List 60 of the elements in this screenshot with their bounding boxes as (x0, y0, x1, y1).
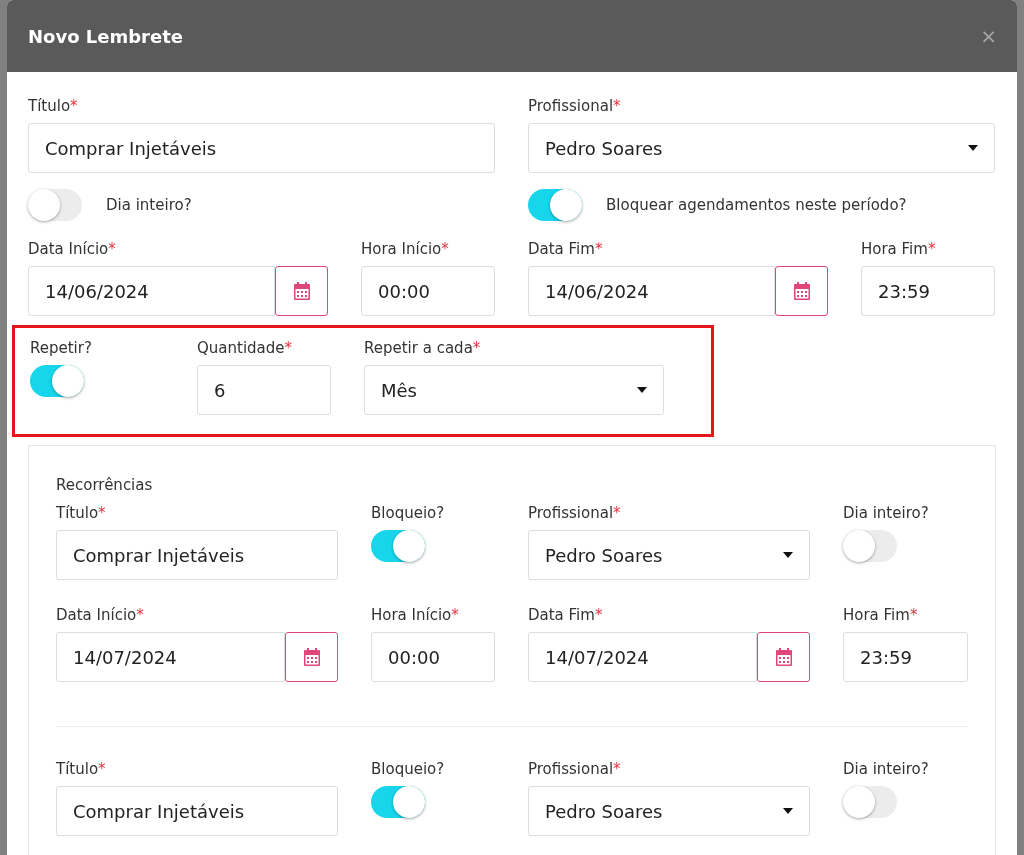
date-field[interactable]: 14/07/2024 (528, 632, 757, 682)
text-field[interactable]: Comprar Injetáveis (56, 786, 338, 836)
field-label: Bloqueio? (371, 760, 446, 780)
field-label: Título* (56, 504, 107, 524)
field-label: Bloquear agendamentos neste período? (606, 196, 907, 214)
text-field[interactable]: 00:00 (371, 632, 495, 682)
field-label: Hora Início* (361, 240, 450, 260)
calendar-icon (303, 648, 320, 666)
calendar-button[interactable] (275, 266, 328, 316)
toggle-switch[interactable] (371, 530, 425, 562)
field-label: Título* (28, 97, 79, 117)
field-label: Data Início* (56, 606, 145, 626)
caret-icon (968, 145, 978, 151)
text-field[interactable]: 23:59 (861, 266, 995, 316)
field-label: Data Fim* (528, 606, 604, 626)
field-label: Profissional* (528, 504, 622, 524)
calendar-icon (293, 282, 310, 300)
field-label: Data Início* (28, 240, 117, 260)
date-field[interactable]: 14/07/2024 (56, 632, 285, 682)
field-label: Hora Início* (371, 606, 460, 626)
field-label: Data Fim* (528, 240, 604, 260)
text-field[interactable]: 00:00 (361, 266, 495, 316)
caret-icon (637, 387, 647, 393)
calendar-button[interactable] (757, 632, 810, 682)
toggle-switch[interactable] (843, 786, 897, 818)
calendar-button[interactable] (775, 266, 828, 316)
field-label: Hora Fim* (861, 240, 937, 260)
calendar-icon (775, 648, 792, 666)
text-field[interactable]: 6 (197, 365, 331, 415)
caret-icon (783, 808, 793, 814)
select-field[interactable]: Mês (364, 365, 664, 415)
text-field[interactable]: Comprar Injetáveis (28, 123, 495, 173)
field-label: Hora Fim* (843, 606, 919, 626)
select-field[interactable]: Pedro Soares (528, 123, 995, 173)
field-label: Dia inteiro? (843, 504, 930, 524)
date-field[interactable]: 14/06/2024 (28, 266, 275, 316)
date-field[interactable]: 14/06/2024 (528, 266, 775, 316)
field-label: Dia inteiro? (843, 760, 930, 780)
toggle-switch[interactable] (528, 189, 582, 221)
field-label: Bloqueio? (371, 504, 446, 524)
select-field[interactable]: Pedro Soares (528, 530, 810, 580)
field-label: Profissional* (528, 760, 622, 780)
caret-icon (783, 552, 793, 558)
section-title: Recorrências (56, 476, 154, 494)
toggle-switch[interactable] (28, 189, 82, 221)
toggle-switch[interactable] (843, 530, 897, 562)
calendar-button[interactable] (285, 632, 338, 682)
field-label: Repetir? (30, 339, 93, 359)
field-label: Quantidade* (197, 339, 294, 359)
text-field[interactable]: 23:59 (843, 632, 968, 682)
text-field[interactable]: Comprar Injetáveis (56, 530, 338, 580)
field-label: Repetir a cada* (364, 339, 482, 359)
dialog-title: Novo Lembrete (28, 25, 183, 47)
field-label: Dia inteiro? (106, 196, 192, 214)
field-label: Profissional* (528, 97, 622, 117)
toggle-switch[interactable] (30, 365, 84, 397)
field-label: Título* (56, 760, 107, 780)
toggle-switch[interactable] (371, 786, 425, 818)
select-field[interactable]: Pedro Soares (528, 786, 810, 836)
calendar-icon (793, 282, 810, 300)
